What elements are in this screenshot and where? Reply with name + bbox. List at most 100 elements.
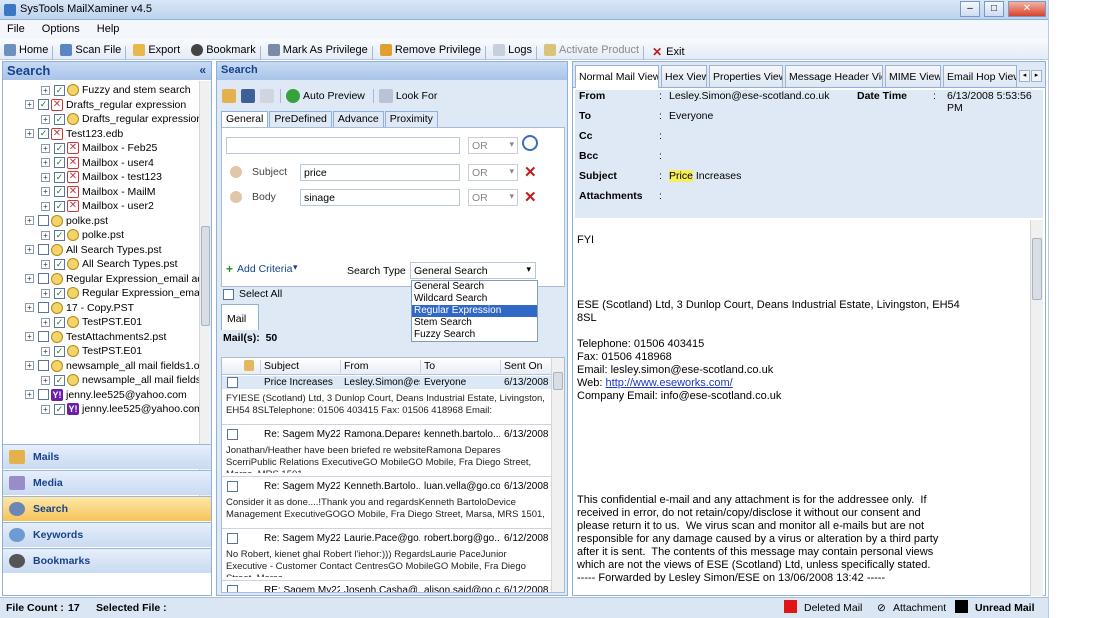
keyword-input[interactable] [226, 137, 460, 154]
mail-row-checkbox[interactable] [227, 585, 238, 592]
tree-item[interactable]: + ✓ ✕ Test123.edb [25, 127, 123, 141]
tree-checkbox[interactable]: ✓ [38, 128, 49, 139]
remove-subject-icon[interactable]: ✕ [524, 163, 537, 181]
tree-checkbox[interactable]: ✓ [54, 171, 65, 183]
expand-icon[interactable]: + [41, 288, 50, 298]
search-type-option[interactable]: Stem Search [412, 317, 537, 329]
tree-item[interactable]: + ✓ ✕ Mailbox - user2 [41, 199, 154, 213]
expand-icon[interactable]: + [41, 404, 50, 414]
tab-general[interactable]: General [221, 111, 269, 127]
col-sent-on[interactable]: Sent On [500, 360, 552, 373]
expand-icon[interactable]: + [25, 274, 34, 283]
open-folder-icon[interactable] [222, 89, 236, 103]
tree-checkbox[interactable]: ✓ [54, 403, 65, 415]
tree-item[interactable]: + ✓ polke.pst [41, 228, 124, 242]
add-criteria-chevron-icon[interactable]: ▾ [293, 262, 298, 273]
operator-dropdown-1[interactable]: OR [468, 137, 518, 154]
logs-button[interactable]: Logs [489, 39, 536, 60]
operator-dropdown-3[interactable]: OR [468, 189, 518, 206]
expand-icon[interactable]: + [41, 375, 50, 385]
remove-body-icon[interactable]: ✕ [524, 188, 537, 206]
nav-media[interactable]: Media [3, 470, 211, 495]
menu-help[interactable]: Help [90, 20, 127, 38]
tree-checkbox[interactable]: ✓ [38, 99, 49, 110]
auto-preview-label[interactable]: Auto Preview [303, 90, 365, 102]
expand-icon[interactable]: + [41, 201, 50, 211]
grid-scrollbar[interactable] [551, 358, 564, 592]
select-all-checkbox[interactable] [223, 288, 234, 300]
tree-item[interactable]: + newsample_all mail fields1.olm [25, 359, 199, 373]
expand-icon[interactable]: + [41, 317, 50, 327]
message-scrollbar[interactable] [1030, 220, 1043, 596]
tree-checkbox[interactable]: ✓ [54, 186, 65, 197]
expand-icon[interactable]: + [25, 303, 34, 312]
expand-icon[interactable]: + [25, 361, 34, 370]
nav-keywords[interactable]: Keywords [3, 522, 211, 547]
mail-row[interactable]: Re: Sagem My22... Ramona.Depares... kennet… [222, 428, 552, 441]
menu-options[interactable]: Options [35, 20, 87, 38]
expand-icon[interactable]: + [41, 172, 50, 182]
expand-icon[interactable]: + [25, 100, 34, 109]
nav-bookmarks[interactable]: Bookmarks [3, 548, 211, 573]
operator-dropdown-2[interactable]: OR [468, 164, 518, 181]
remove-privilege-button[interactable]: Remove Privilege [376, 39, 485, 60]
auto-preview-icon[interactable] [286, 89, 300, 103]
tree-checkbox[interactable] [38, 244, 49, 255]
tree-checkbox[interactable]: ✓ [54, 113, 65, 125]
tree-item[interactable]: + ✓ TestPST.E01 [41, 315, 142, 329]
add-criteria-icon[interactable]: + [226, 262, 233, 276]
tab-normal-mail-view[interactable]: Normal Mail View [575, 65, 659, 88]
tree-checkbox[interactable]: ✓ [54, 345, 65, 357]
tree-item[interactable]: + ✓ ✕ Drafts_regular expression [25, 98, 186, 112]
tree-checkbox[interactable] [38, 302, 49, 313]
tree-item[interactable]: +17 - Copy.PST [25, 301, 134, 315]
tab-mail[interactable]: Mail [221, 304, 259, 330]
tree-item[interactable]: + ✓ ✕ Mailbox - user4 [41, 156, 154, 170]
mail-row-checkbox[interactable] [227, 377, 238, 388]
col-from[interactable]: From [340, 360, 420, 373]
tree-item[interactable]: + ✓ ✕ Mailbox - test123 [41, 170, 162, 184]
tree-checkbox[interactable]: ✓ [54, 258, 65, 270]
tab-proximity[interactable]: Proximity [384, 111, 438, 127]
search-type-option[interactable]: General Search [412, 281, 537, 293]
expand-icon[interactable]: + [41, 230, 50, 240]
tree-checkbox[interactable]: ✓ [54, 84, 65, 96]
tree-item[interactable]: + ✓ All Search Types.pst [41, 257, 178, 271]
col-to[interactable]: To [420, 360, 500, 373]
search-type-option[interactable]: Wildcard Search [412, 293, 537, 305]
search-type-option[interactable]: Regular Expression Search [412, 305, 537, 328]
minimize-button[interactable]: – [960, 1, 980, 17]
add-criteria-button[interactable]: Add Criteria [237, 263, 292, 275]
tab-hex-view[interactable]: Hex View [661, 65, 707, 87]
tree-item[interactable]: + Y! jenny.lee525@yahoo.com [25, 388, 187, 402]
tab-scroll-right-icon[interactable]: ▸ [1031, 70, 1042, 82]
activate-product-button[interactable]: Activate Product [540, 39, 643, 60]
tree-item[interactable]: + TestAttachments2.pst [25, 330, 166, 344]
tree-checkbox[interactable] [38, 215, 49, 226]
tab-scroll-left-icon[interactable]: ◂ [1019, 70, 1030, 82]
tree-item[interactable]: + ✓ Fuzzy and stem search [41, 83, 191, 97]
tree-item[interactable]: + Regular Expression_email addre [25, 272, 199, 286]
grid-scroll-thumb[interactable] [553, 372, 563, 390]
tree-checkbox[interactable]: ✓ [54, 316, 65, 328]
save-icon[interactable] [241, 89, 255, 103]
tree-item[interactable]: + ✓ ✕ Mailbox - Feb25 [41, 141, 157, 155]
mail-row[interactable]: Re: Sagem My22... Laurie.Pace@go.... rober… [222, 532, 552, 545]
export-button[interactable]: Export [129, 39, 184, 60]
tree-item[interactable]: + ✓ newsample_all mail fields1 [41, 373, 199, 387]
expand-icon[interactable]: + [41, 114, 50, 124]
expand-icon[interactable]: + [41, 158, 50, 167]
tree-checkbox[interactable]: ✓ [54, 157, 65, 168]
expand-icon[interactable]: + [41, 346, 50, 356]
expand-icon[interactable]: + [41, 85, 50, 95]
expand-icon[interactable]: + [41, 259, 50, 269]
collapse-icon[interactable]: « [199, 63, 206, 77]
tab-email-hop-view[interactable]: Email Hop View [943, 65, 1017, 87]
tree-checkbox[interactable]: ✓ [54, 229, 65, 241]
tree-checkbox[interactable] [38, 360, 49, 371]
search-type-option[interactable]: Fuzzy Search [412, 329, 537, 341]
tab-message-header-view[interactable]: Message Header View [785, 65, 883, 87]
tree-checkbox[interactable] [38, 273, 49, 284]
look-for-label[interactable]: Look For [396, 90, 437, 102]
tree-checkbox[interactable]: ✓ [54, 200, 65, 212]
